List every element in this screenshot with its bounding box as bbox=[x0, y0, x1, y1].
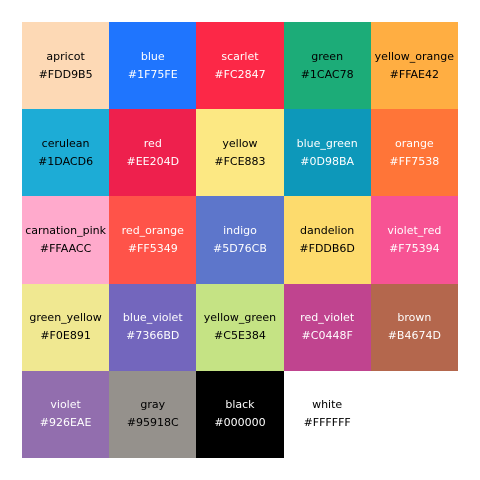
swatch-hex: #F0E891 bbox=[40, 329, 91, 343]
swatch-hex: #95918C bbox=[126, 416, 179, 430]
swatch-hex: #FFAE42 bbox=[389, 67, 440, 81]
swatch-name: carnation_pink bbox=[25, 223, 106, 237]
swatch-hex: #B4674D bbox=[387, 329, 441, 343]
swatch-hex: #C5E384 bbox=[214, 329, 266, 343]
swatch-name: blue_green bbox=[296, 136, 358, 150]
color-swatch-cerulean: cerulean #1DACD6 bbox=[22, 109, 110, 197]
swatch-hex: #FF7538 bbox=[389, 154, 440, 168]
swatch-hex: #F75394 bbox=[389, 241, 440, 255]
swatch-name: blue_violet bbox=[122, 311, 183, 325]
color-swatch-green: green #1CAC78 bbox=[283, 22, 371, 110]
color-swatch-white: white #FFFFFF bbox=[283, 370, 371, 458]
swatch-hex: #EE204D bbox=[126, 154, 180, 168]
swatch-name: yellow bbox=[222, 136, 258, 150]
swatch-name: red bbox=[143, 136, 162, 150]
swatch-hex: #FDD9B5 bbox=[38, 67, 93, 81]
swatch-name: red_orange bbox=[121, 223, 184, 237]
swatch-name: black bbox=[225, 398, 255, 412]
color-swatch-violet: violet #926EAE bbox=[22, 370, 110, 458]
color-swatch-blue-green: blue_green #0D98BA bbox=[283, 109, 371, 197]
color-swatch-indigo: indigo #5D76CB bbox=[196, 196, 284, 284]
color-swatch-blue: blue #1F75FE bbox=[109, 22, 197, 110]
swatch-name: blue bbox=[140, 49, 165, 63]
swatch-name: dandelion bbox=[300, 223, 355, 237]
color-swatch-red-violet: red_violet #C0448F bbox=[283, 283, 371, 371]
swatch-hex: #1DACD6 bbox=[38, 154, 94, 168]
swatch-hex: #FC2847 bbox=[214, 67, 266, 81]
swatch-hex: #1CAC78 bbox=[300, 67, 354, 81]
color-swatch-apricot: apricot #FDD9B5 bbox=[22, 22, 110, 110]
swatch-hex: #C0448F bbox=[301, 329, 353, 343]
swatch-name: green bbox=[311, 49, 344, 63]
swatch-name: yellow_orange bbox=[374, 49, 455, 63]
color-swatch-brown: brown #B4674D bbox=[370, 283, 458, 371]
color-swatch-blue-violet: blue_violet #7366BD bbox=[109, 283, 197, 371]
color-swatch-green-yellow: green_yellow #F0E891 bbox=[22, 283, 110, 371]
color-swatch-orange: orange #FF7538 bbox=[370, 109, 458, 197]
swatch-name: violet bbox=[50, 398, 81, 412]
swatch-hex: #FFAACC bbox=[39, 241, 92, 255]
swatch-hex: #0D98BA bbox=[300, 154, 355, 168]
swatch-name: brown bbox=[397, 311, 432, 325]
swatch-name: white bbox=[312, 398, 343, 412]
swatch-name: orange bbox=[394, 136, 434, 150]
color-swatch-yellow-orange: yellow_orange #FFAE42 bbox=[370, 22, 458, 110]
swatch-name: indigo bbox=[223, 223, 257, 237]
color-swatch-red-orange: red_orange #FF5349 bbox=[109, 196, 197, 284]
swatch-hex: #FF5349 bbox=[127, 241, 178, 255]
color-swatch-scarlet: scarlet #FC2847 bbox=[196, 22, 284, 110]
color-swatch-dandelion: dandelion #FDDB6D bbox=[283, 196, 371, 284]
swatch-hex: #926EAE bbox=[39, 416, 92, 430]
swatch-name: green_yellow bbox=[29, 311, 102, 325]
color-swatch-yellow-green: yellow_green #C5E384 bbox=[196, 283, 284, 371]
swatch-name: cerulean bbox=[41, 136, 90, 150]
swatch-name: apricot bbox=[46, 49, 85, 63]
swatch-hex: #FFFFFF bbox=[303, 416, 351, 430]
swatch-name: violet_red bbox=[387, 223, 442, 237]
color-swatch-grid: apricot #FDD9B5 blue #1F75FE scarlet #FC2847 g… bbox=[22, 22, 458, 458]
swatch-name: yellow_green bbox=[203, 311, 277, 325]
color-swatch-violet-red: violet_red #F75394 bbox=[370, 196, 458, 284]
swatch-hex: #7366BD bbox=[126, 329, 180, 343]
swatch-name: gray bbox=[140, 398, 166, 412]
color-swatch-red: red #EE204D bbox=[109, 109, 197, 197]
color-swatch-black: black #000000 bbox=[196, 370, 284, 458]
color-swatch-gray: gray #95918C bbox=[109, 370, 197, 458]
swatch-name: red_violet bbox=[300, 311, 355, 325]
swatch-hex: #5D76CB bbox=[213, 241, 267, 255]
swatch-hex: #000000 bbox=[214, 416, 266, 430]
swatch-name: scarlet bbox=[221, 49, 259, 63]
swatch-hex: #1F75FE bbox=[127, 67, 178, 81]
color-swatch-carnation-pink: carnation_pink #FFAACC bbox=[22, 196, 110, 284]
swatch-hex: #FCE883 bbox=[214, 154, 266, 168]
color-swatch-yellow: yellow #FCE883 bbox=[196, 109, 284, 197]
swatch-hex: #FDDB6D bbox=[299, 241, 355, 255]
